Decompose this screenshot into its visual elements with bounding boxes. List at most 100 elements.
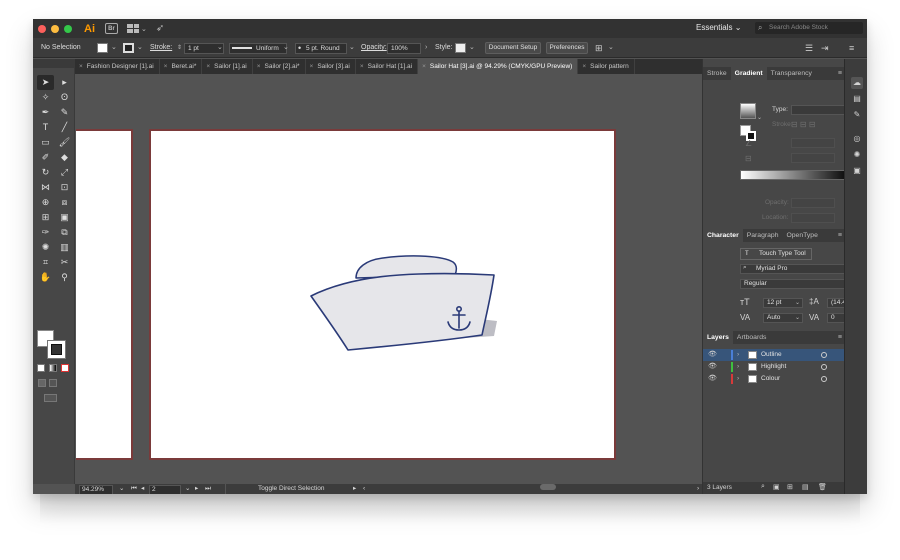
layer-row[interactable]: 👁 › Highlight <box>703 361 845 373</box>
document-tab-active[interactable]: × Sailor Hat [3].ai @ 94.29% (CMYK/GPU Pr… <box>418 59 579 74</box>
shaper-tool-icon[interactable]: ✐ <box>37 150 54 165</box>
scroll-left-icon[interactable]: ‹ <box>363 484 365 494</box>
target-circle-icon[interactable] <box>821 352 827 358</box>
scroll-right-icon[interactable]: › <box>697 484 699 494</box>
tab-layers[interactable]: Layers <box>703 331 733 344</box>
line-segment-icon[interactable]: ╱ <box>56 120 73 135</box>
tab-character[interactable]: Character <box>703 229 743 242</box>
delete-layer-icon[interactable]: 🗑 <box>818 483 827 491</box>
pen-tool-icon[interactable]: ✒ <box>37 105 54 120</box>
symbol-sprayer-icon[interactable]: ✺ <box>37 240 54 255</box>
canvas[interactable]: ▤ ♆ ♣ ▶ ∞ <box>76 74 702 484</box>
none-mode-icon[interactable] <box>61 364 69 372</box>
gradient-slider[interactable] <box>740 170 852 180</box>
zoom-window-button[interactable] <box>64 24 72 33</box>
gpu-performance-icon[interactable]: ➶ <box>156 23 164 34</box>
document-tab[interactable]: × Fashion Designer [1].ai <box>75 59 160 74</box>
mesh-tool-icon[interactable]: ⊞ <box>37 210 54 225</box>
panel-menu-icon[interactable]: ≡ <box>838 331 842 344</box>
target-circle-icon[interactable] <box>821 364 827 370</box>
gradient-angle-field[interactable] <box>791 138 835 148</box>
gradient-aspect-field[interactable] <box>791 153 835 163</box>
document-tab[interactable]: × Sailor [3].ai <box>306 59 356 74</box>
artboard-1[interactable] <box>76 129 133 460</box>
expand-arrow-icon[interactable]: › <box>737 373 739 385</box>
chevron-down-icon[interactable]: ⌄ <box>469 38 475 58</box>
color-icon[interactable]: ✎ <box>851 109 863 121</box>
selection-tool-icon[interactable]: ➤ <box>37 75 54 90</box>
gradient-preview-swatch[interactable] <box>740 103 756 119</box>
blend-tool-icon[interactable]: ⧉ <box>56 225 73 240</box>
close-window-button[interactable] <box>38 24 46 33</box>
chevron-right-icon[interactable]: › <box>425 38 427 58</box>
expand-arrow-icon[interactable]: › <box>737 349 739 361</box>
stepper-icon[interactable]: ⇕ <box>177 38 182 58</box>
gradient-opacity-field[interactable] <box>791 198 835 208</box>
sailor-hat-artwork[interactable] <box>151 131 614 458</box>
direct-selection-tool-icon[interactable]: ▸ <box>56 75 73 90</box>
chevron-down-icon[interactable]: ⌄ <box>119 484 124 494</box>
chevron-down-icon[interactable]: ⌄ <box>185 484 190 494</box>
target-circle-icon[interactable] <box>821 376 827 382</box>
previous-artboard-icon[interactable]: ◂ <box>141 484 144 494</box>
layer-row[interactable]: 👁 › Colour <box>703 373 845 385</box>
stroke-swatch[interactable] <box>47 340 66 359</box>
expand-arrow-icon[interactable]: › <box>737 361 739 373</box>
tab-gradient[interactable]: Gradient <box>730 67 767 80</box>
chevron-down-icon[interactable]: ⌄ <box>217 38 223 58</box>
default-colors-icon[interactable] <box>37 364 45 372</box>
rotate-tool-icon[interactable]: ↻ <box>37 165 54 180</box>
bridge-icon[interactable]: Br <box>105 23 118 34</box>
visibility-eye-icon[interactable]: 👁 <box>708 349 717 361</box>
gradient-tool-icon[interactable]: ▣ <box>56 210 73 225</box>
slice-tool-icon[interactable]: ✂ <box>56 255 73 270</box>
panel-menu-icon[interactable]: ≡ <box>849 42 854 54</box>
document-tab[interactable]: × Sailor pattern <box>578 59 635 74</box>
chevron-down-icon[interactable]: ⌄ <box>141 25 147 33</box>
draw-normal-icon[interactable] <box>38 379 46 387</box>
image-trace-icon[interactable]: ▣ <box>851 165 863 177</box>
close-tab-icon[interactable]: × <box>257 63 261 70</box>
graphic-styles-icon[interactable]: ✺ <box>851 149 863 161</box>
properties-icon[interactable]: ▤ <box>851 93 863 105</box>
brush-definition-field[interactable]: 5 pt. Round <box>295 43 347 54</box>
tab-transparency[interactable]: Transparency <box>767 67 816 80</box>
zoom-level-field[interactable]: 94.29% <box>79 485 113 494</box>
rectangle-tool-icon[interactable]: ▭ <box>37 135 54 150</box>
opacity-label[interactable]: Opacity: <box>361 38 387 58</box>
document-tab[interactable]: × Sailor Hat [1].ai <box>356 59 419 74</box>
column-graph-icon[interactable]: ▥ <box>56 240 73 255</box>
zoom-tool-icon[interactable]: ⚲ <box>56 270 73 285</box>
visibility-eye-icon[interactable]: 👁 <box>708 373 717 385</box>
align-icon[interactable]: ☰ <box>805 42 813 54</box>
free-transform-icon[interactable]: ⊡ <box>56 180 73 195</box>
type-tool-icon[interactable]: T <box>37 120 54 135</box>
close-tab-icon[interactable]: × <box>79 63 83 70</box>
stroke-gradient-options-icon[interactable]: ⊟ ⊟ ⊟ <box>791 120 816 129</box>
document-tab[interactable]: × Sailor [1].ai <box>202 59 253 74</box>
chevron-down-icon[interactable]: ⌄ <box>137 38 143 58</box>
opacity-field[interactable]: 100% <box>387 43 421 54</box>
visibility-eye-icon[interactable]: 👁 <box>708 361 717 373</box>
tab-artboards[interactable]: Artboards <box>733 331 770 344</box>
eraser-icon[interactable]: ◆ <box>56 150 73 165</box>
horizontal-scroll-thumb[interactable] <box>540 484 556 490</box>
document-tab[interactable]: × Beret.ai* <box>160 59 203 74</box>
close-tab-icon[interactable]: × <box>582 63 586 70</box>
magic-wand-icon[interactable]: ✧ <box>37 90 54 105</box>
panel-menu-icon[interactable]: ≡ <box>838 229 842 242</box>
stroke-label[interactable]: Stroke: <box>150 38 172 58</box>
new-layer-icon[interactable]: ▤ <box>802 483 809 491</box>
fill-color-swatch[interactable] <box>97 43 108 53</box>
artboard-2[interactable] <box>149 129 616 460</box>
tab-paragraph[interactable]: Paragraph <box>743 229 783 242</box>
first-artboard-icon[interactable]: ⏮ <box>131 484 137 494</box>
arrange-icon[interactable]: ⊞ <box>595 42 603 54</box>
chevron-down-icon[interactable]: ⌄ <box>111 38 117 58</box>
width-tool-icon[interactable]: ⋈ <box>37 180 54 195</box>
hand-tool-icon[interactable]: ✋ <box>37 270 54 285</box>
document-setup-button[interactable]: Document Setup <box>485 42 541 54</box>
panel-menu-icon[interactable]: ≡ <box>838 67 842 80</box>
preferences-button[interactable]: Preferences <box>546 42 588 54</box>
creative-cloud-libraries-icon[interactable]: ☁ <box>851 77 863 89</box>
